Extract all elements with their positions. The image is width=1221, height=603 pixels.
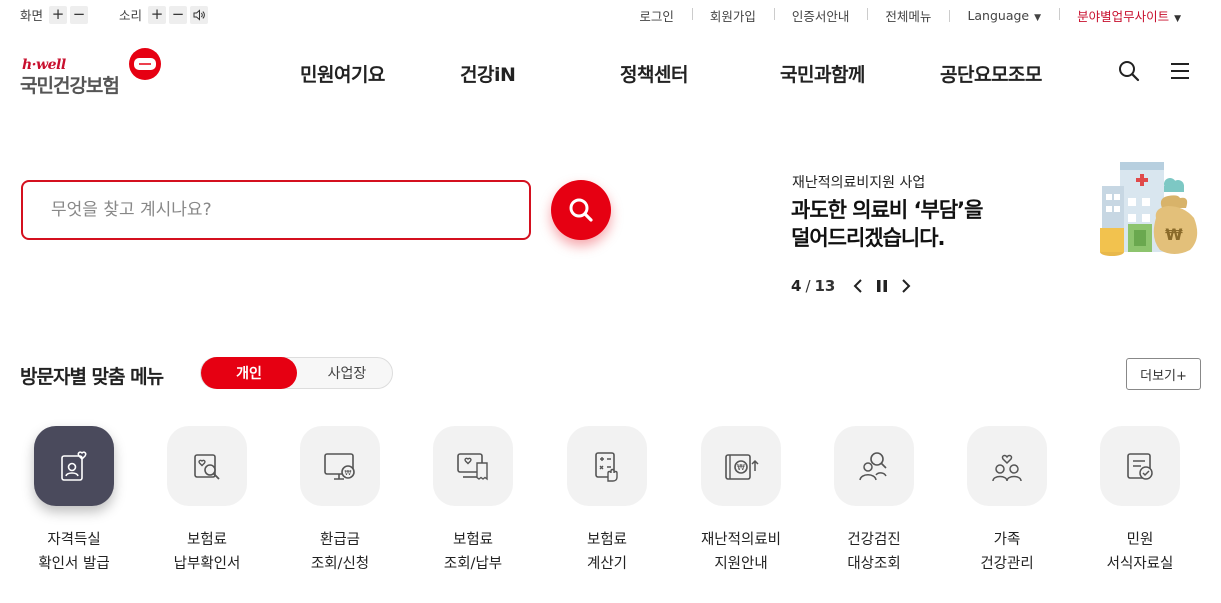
search-button[interactable]: [551, 180, 611, 240]
banner-subtitle: 재난적의료비지원 사업: [792, 175, 926, 191]
banner-title-line2: 덜어드리겠습니다.: [791, 226, 946, 250]
signup-link[interactable]: 회원가입: [691, 6, 774, 25]
quick-menu-label: 건강검진: [847, 532, 901, 548]
quick-menu-label: 환급금: [319, 532, 361, 548]
quick-menu-label: 건강관리: [980, 556, 1034, 572]
svg-text:₩: ₩: [737, 463, 745, 472]
language-label: Language: [967, 8, 1030, 23]
all-menu-link[interactable]: 전체메뉴: [867, 6, 949, 25]
quick-menu-item[interactable]: 건강검진대상조회: [809, 426, 939, 576]
quick-menu-label: 계산기: [586, 556, 628, 572]
quick-menu-label: 보험료: [186, 532, 228, 548]
speaker-icon[interactable]: [190, 5, 209, 24]
logo[interactable]: h·well 국민건강보험: [20, 46, 170, 98]
quick-menu-label: 납부확인서: [173, 556, 241, 572]
quick-menu-label: 조회/신청: [310, 556, 370, 572]
family-heart-icon: [967, 426, 1047, 506]
logo-name: 국민건강보험: [20, 75, 120, 97]
quick-menu-label: 지원안내: [714, 556, 768, 572]
banner-title-line1: 과도한 의료비 ‘부담’을: [791, 198, 983, 222]
tab-personal[interactable]: 개인: [201, 357, 297, 389]
quick-menu-label: 대상조회: [847, 556, 901, 572]
banner-title[interactable]: 과도한 의료비 ‘부담’을 덜어드리겠습니다.: [791, 196, 983, 252]
sound-down-button[interactable]: −: [169, 5, 188, 24]
quick-menu-label: 확인서 발급: [38, 556, 110, 572]
field-sites-dropdown[interactable]: 분야별업무사이트 ▼: [1059, 6, 1199, 25]
visitor-type-toggle: 개인 사업장: [200, 357, 393, 389]
wallet-won-icon: ₩: [701, 426, 781, 506]
accessibility-controls: 화면 + − 소리 + −: [20, 5, 211, 24]
quick-menu-label: 가족: [993, 532, 1021, 548]
chevron-left-icon[interactable]: [853, 279, 863, 293]
nav-item-civil-service[interactable]: 민원여기요: [300, 60, 385, 87]
screen-zoom-in-button[interactable]: +: [49, 5, 68, 24]
search-icon: [569, 198, 593, 222]
quick-menu-item[interactable]: 보험료조회/납부: [408, 426, 538, 576]
quick-menu-item[interactable]: 보험료계산기: [542, 426, 672, 576]
more-button[interactable]: 더보기+: [1126, 358, 1201, 390]
quick-menu-item[interactable]: 민원서식자료실: [1075, 426, 1205, 576]
quick-menu-label: 민원: [1126, 532, 1154, 548]
quick-menu-item[interactable]: ₩ 재난적의료비지원안내: [676, 426, 806, 576]
screen-zoom-out-button[interactable]: −: [70, 5, 89, 24]
id-card-heart-icon: [34, 426, 114, 506]
document-search-icon: [167, 426, 247, 506]
nav-item-policy-center[interactable]: 정책센터: [620, 60, 688, 87]
visitor-menu-title: 방문자별 맞춤 메뉴: [20, 366, 164, 388]
quick-menu-label: 보험료: [586, 532, 628, 548]
sound-label: 소리: [119, 8, 143, 23]
banner-current-page: 4: [791, 277, 802, 295]
banner-pager: 4 / 13: [791, 277, 911, 295]
login-link[interactable]: 로그인: [621, 6, 692, 25]
quick-menu-item[interactable]: 자격득실확인서 발급: [9, 426, 139, 576]
nav-item-health-in[interactable]: 건강iN: [460, 60, 516, 87]
nav-item-with-citizens[interactable]: 국민과함께: [780, 60, 865, 87]
quick-menu-label: 재난적의료비: [700, 532, 782, 548]
people-search-icon: [834, 426, 914, 506]
svg-text:₩: ₩: [1165, 225, 1183, 244]
hamburger-menu-icon[interactable]: [1170, 62, 1190, 84]
caret-down-icon: ▼: [1034, 13, 1042, 23]
quick-menu-label: 보험료: [452, 532, 494, 548]
monitor-won-icon: ₩: [300, 426, 380, 506]
tab-business[interactable]: 사업장: [301, 358, 393, 388]
svg-text:₩: ₩: [345, 469, 352, 477]
utility-links: 로그인 회원가입 인증서안내 전체메뉴 Language ▼ 분야별업무사이트 ▼: [621, 6, 1199, 25]
search-input[interactable]: [23, 182, 529, 238]
quick-menu-item[interactable]: ₩ 환급금조회/신청: [275, 426, 405, 576]
quick-menu-item[interactable]: 가족건강관리: [942, 426, 1072, 576]
quick-menu-label: 자격득실: [47, 532, 101, 548]
logo-mark-icon: [129, 48, 161, 80]
form-check-icon: [1100, 426, 1180, 506]
calculator-hand-icon: [567, 426, 647, 506]
language-dropdown[interactable]: Language ▼: [949, 8, 1059, 23]
sound-up-button[interactable]: +: [148, 5, 167, 24]
utility-bar: 화면 + − 소리 + − 로그인 회원가입 인증서안내 전체메뉴 Langua…: [0, 0, 1221, 30]
quick-menu-label: 서식자료실: [1106, 556, 1174, 572]
pause-icon[interactable]: [877, 280, 888, 292]
monitor-receipt-icon: [433, 426, 513, 506]
banner-total-pages: 13: [814, 277, 836, 295]
chevron-right-icon[interactable]: [901, 279, 911, 293]
search-icon[interactable]: [1118, 60, 1140, 86]
certificate-guide-link[interactable]: 인증서안내: [773, 6, 868, 25]
screen-size-label: 화면: [20, 8, 44, 23]
banner-page-separator: /: [805, 277, 811, 295]
quick-menu-label: 조회/납부: [443, 556, 503, 572]
caret-down-icon: ▼: [1174, 14, 1181, 24]
nav-item-corporation-info[interactable]: 공단요모조모: [940, 60, 1042, 87]
field-sites-label: 분야별업무사이트: [1077, 9, 1170, 24]
hospital-money-illustration: ₩: [1100, 162, 1198, 256]
quick-menu-item[interactable]: 보험료납부확인서: [142, 426, 272, 576]
search-field: [21, 180, 531, 240]
